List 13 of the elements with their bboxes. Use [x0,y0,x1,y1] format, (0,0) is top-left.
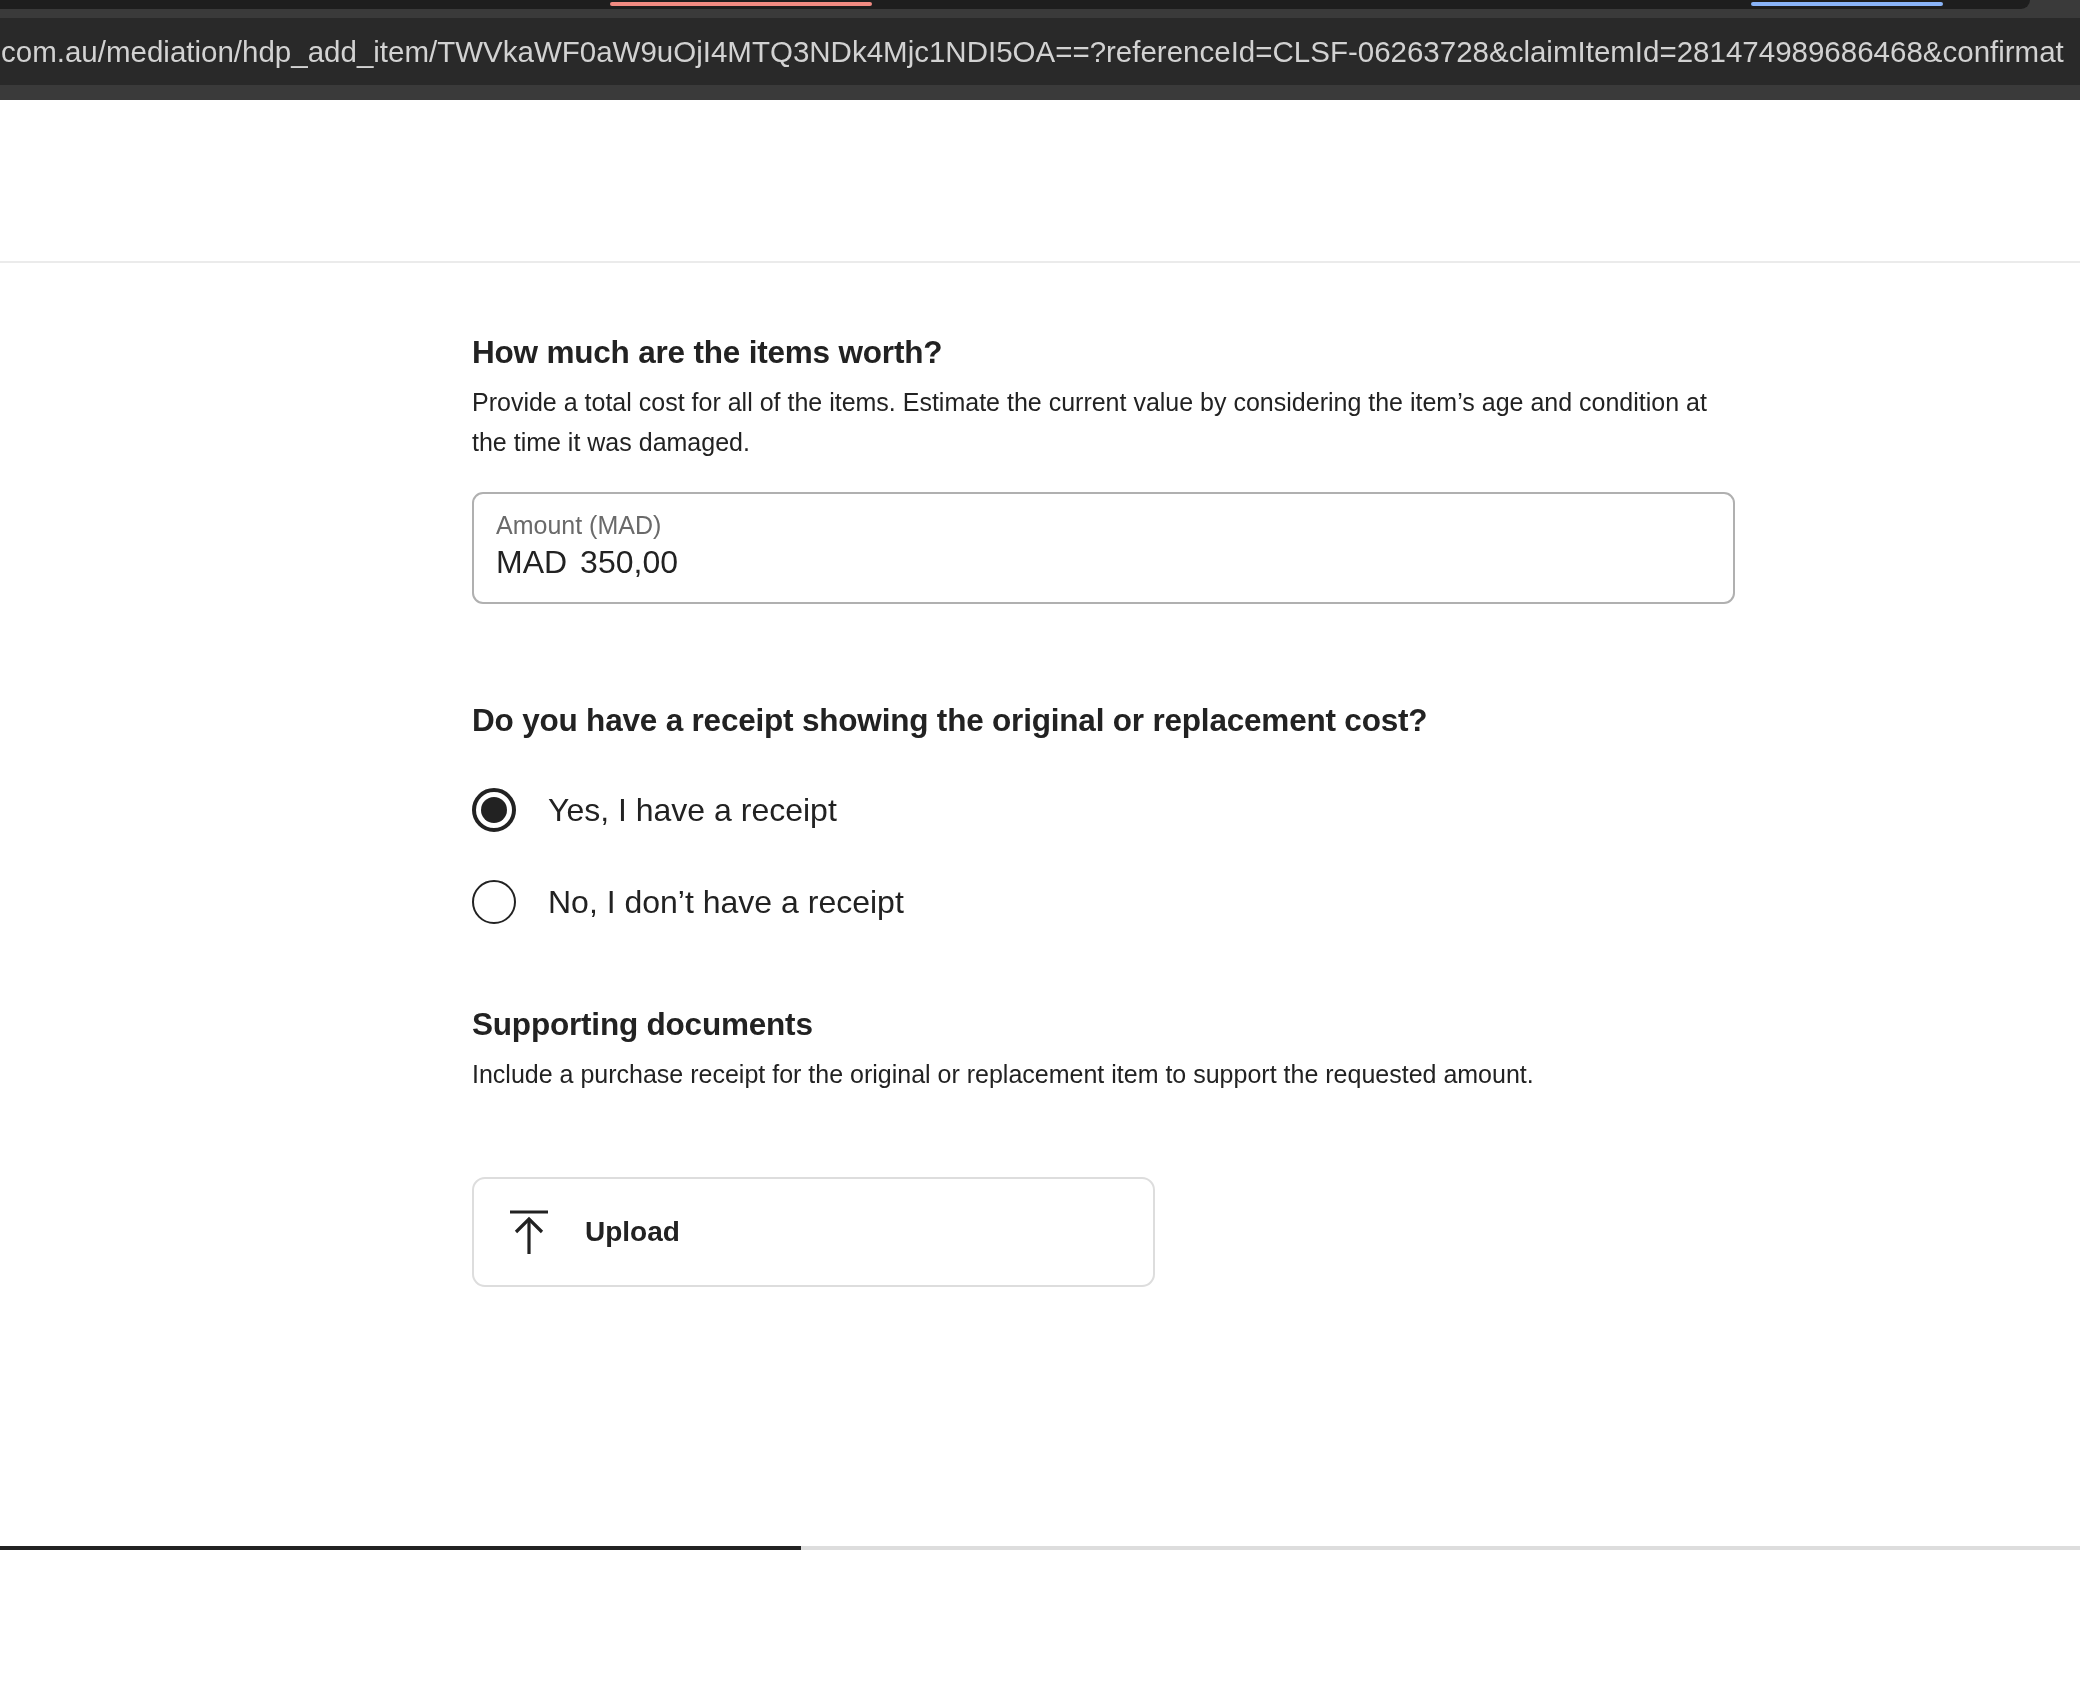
radio-button[interactable] [472,788,516,832]
amount-field[interactable]: Amount (MAD) MAD 350,00 [472,492,1735,604]
radio-label[interactable]: No, I don’t have a receipt [548,883,904,921]
address-bar[interactable]: com.au/mediation/hdp_add_item/TWVkaWF0aW9uOjI4MTQ3NDk4Mjc1NDI5OA==?referenceId=CLSF-06263728&claimItemId=281474989686468&confirmat [0,18,2080,85]
section-heading: Supporting documents [472,1006,813,1042]
radio-button[interactable] [472,880,516,924]
question-heading: Do you have a receipt showing the original or replacement cost? [472,702,1428,738]
section-heading: How much are the items worth? [472,334,943,370]
section-description: Provide a total cost for all of the items. Estimate the current value by considering the item’s age and condition at the time it was damaged. [472,387,1708,458]
radio-label[interactable]: Yes, I have a receipt [548,791,837,829]
upload-icon [509,1210,549,1254]
upload-button[interactable]: Upload [472,1177,1155,1287]
section-description: Include a purchase receipt for the original or replacement item to support the requested amount. [472,1059,1535,1090]
